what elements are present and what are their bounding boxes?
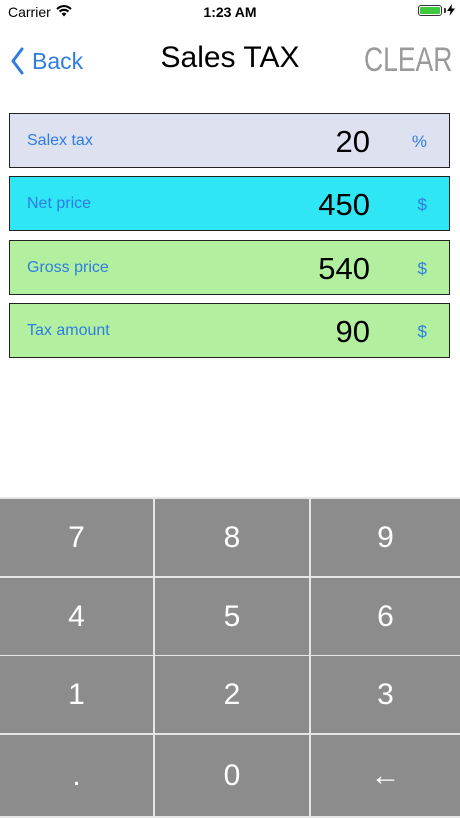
back-button[interactable]: Back xyxy=(10,44,83,78)
bolt-icon xyxy=(447,4,455,19)
field-value[interactable]: 20 xyxy=(336,114,370,169)
field-unit: $ xyxy=(417,195,427,214)
key-4[interactable]: 4 xyxy=(0,578,153,655)
field-label: Gross price xyxy=(27,259,109,276)
key-2[interactable]: 2 xyxy=(155,656,309,733)
key-decimal[interactable]: . xyxy=(0,735,153,816)
key-3[interactable]: 3 xyxy=(311,656,460,733)
key-8[interactable]: 8 xyxy=(155,499,309,576)
field-label: Salex tax xyxy=(27,132,93,149)
field-unit: $ xyxy=(417,259,427,278)
field-label: Net price xyxy=(27,195,92,212)
key-1[interactable]: 1 xyxy=(0,656,153,733)
back-label: Back xyxy=(32,47,84,74)
status-bar: Carrier 1:23 AM xyxy=(0,0,460,26)
backspace-key[interactable]: ← xyxy=(311,735,460,816)
battery-icon xyxy=(418,5,442,16)
field-value[interactable]: 450 xyxy=(318,177,370,232)
battery-tip xyxy=(444,8,446,13)
field-row[interactable]: Salex tax 20% xyxy=(9,113,450,168)
key-6[interactable]: 6 xyxy=(311,578,460,655)
key-5[interactable]: 5 xyxy=(155,578,309,655)
number-keypad: 7 8 9 4 5 6 1 2 3. 0 ← xyxy=(0,497,460,818)
navigation-bar: Back Sales TAX CLEAR xyxy=(0,26,460,96)
field-label: Tax amount xyxy=(27,322,110,339)
field-row[interactable]: Gross price 540 $ xyxy=(9,240,450,295)
clear-button[interactable]: CLEAR xyxy=(364,41,452,80)
field-row[interactable]: Net price 450 $ xyxy=(9,176,450,231)
key-9[interactable]: 9 xyxy=(311,499,460,576)
field-unit: % xyxy=(411,132,427,151)
field-row[interactable]: Tax amount 90 $ xyxy=(9,303,450,358)
field-value[interactable]: 90 xyxy=(336,304,370,359)
field-value[interactable]: 540 xyxy=(318,241,370,296)
field-unit: $ xyxy=(417,322,427,341)
status-time: 1:23 AM xyxy=(203,4,257,20)
key-0[interactable]: 0 xyxy=(155,735,309,816)
chevron-left-icon xyxy=(10,47,24,75)
key-7[interactable]: 7 xyxy=(0,499,153,576)
